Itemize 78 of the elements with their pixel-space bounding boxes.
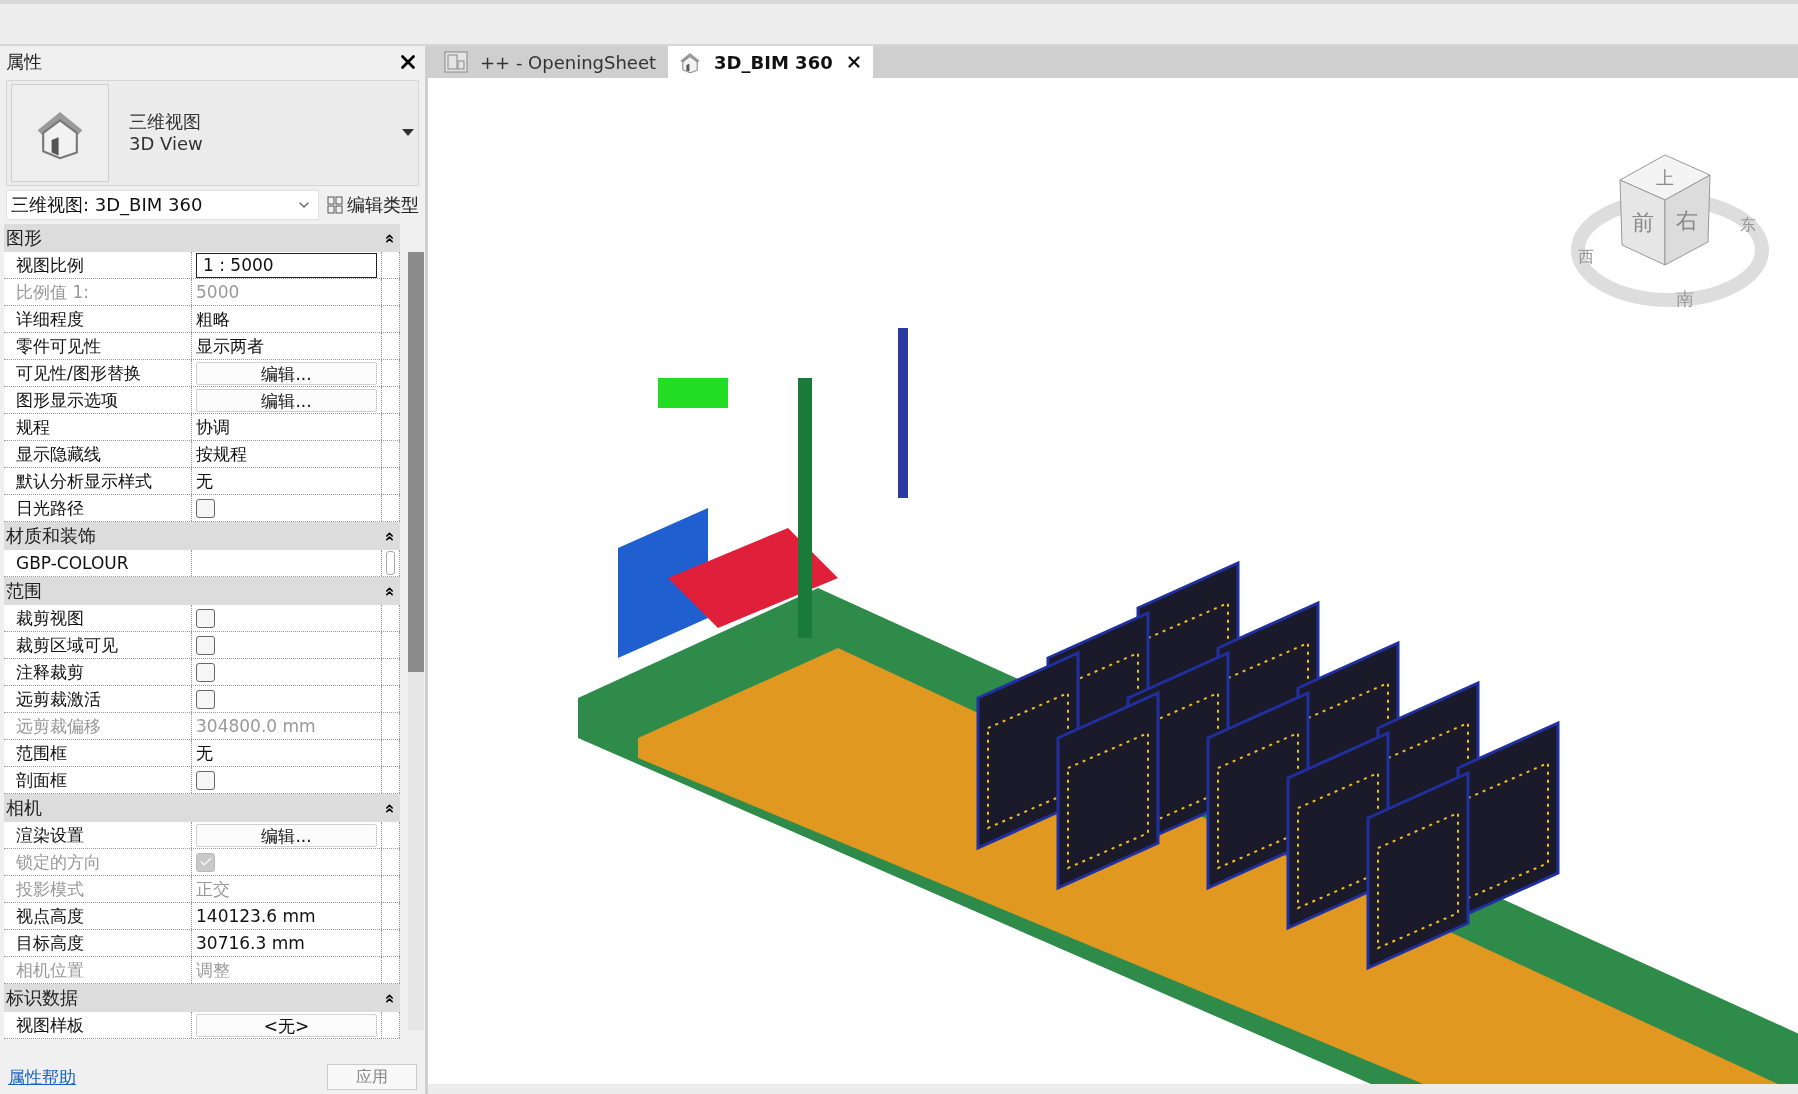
property-value: 30716.3 mm <box>196 933 305 953</box>
property-label: 范围框 <box>16 741 67 765</box>
collapse-icon[interactable] <box>383 991 396 1005</box>
property-label: 规程 <box>16 415 50 439</box>
property-value: 304800.0 mm <box>196 716 316 736</box>
property-label: 目标高度 <box>16 931 84 955</box>
property-label: 显示隐藏线 <box>16 442 101 466</box>
property-value: 调整 <box>196 958 230 982</box>
property-label: 渲染设置 <box>16 823 84 847</box>
property-value: 显示两者 <box>196 334 264 358</box>
property-value: 无 <box>196 741 213 765</box>
edit-type-button[interactable]: 编辑类型 <box>327 193 419 217</box>
type-name: 3D View <box>129 133 204 155</box>
checkbox[interactable] <box>196 689 215 709</box>
collapse-icon[interactable] <box>383 584 396 598</box>
property-label: 可见性/图形替换 <box>16 361 141 385</box>
property-value: 协调 <box>196 415 230 439</box>
property-label: 远剪裁偏移 <box>16 714 101 738</box>
section-header[interactable]: 相机 <box>4 794 400 822</box>
property-value: 按规程 <box>196 442 247 466</box>
collapse-icon[interactable] <box>383 231 396 245</box>
property-label: 裁剪视图 <box>16 606 84 630</box>
property-label: 图形显示选项 <box>16 388 118 412</box>
property-label: 视图比例 <box>16 253 84 277</box>
section-title: 范围 <box>6 579 42 603</box>
type-category: 三维视图 <box>129 111 202 133</box>
type-preview[interactable]: 三维视图 3D View <box>6 80 419 186</box>
section-title: 相机 <box>6 796 42 820</box>
property-value: 5000 <box>196 282 240 302</box>
checkbox[interactable] <box>196 608 215 628</box>
sheet-icon <box>444 51 468 73</box>
grid-icon <box>327 196 343 214</box>
property-label: GBP-COLOUR <box>16 553 129 573</box>
property-value: 140123.6 mm <box>196 906 316 926</box>
apply-button[interactable]: 应用 <box>327 1064 417 1090</box>
view-tab[interactable]: 3D_BIM 360 <box>668 46 873 78</box>
edit-button[interactable]: <无> <box>196 1013 377 1037</box>
property-label: 远剪裁激活 <box>16 687 101 711</box>
property-label: 视点高度 <box>16 904 84 928</box>
check-icon <box>198 855 213 869</box>
property-label: 比例值 1: <box>16 280 89 304</box>
property-label: 锁定的方向 <box>16 850 101 874</box>
property-label: 详细程度 <box>16 307 84 331</box>
collapse-icon[interactable] <box>383 801 396 815</box>
checkbox[interactable] <box>196 770 215 790</box>
scrollbar[interactable] <box>408 252 424 1030</box>
checkbox[interactable] <box>196 635 215 655</box>
property-label: 默认分析显示样式 <box>16 469 152 493</box>
property-label: 视图样板 <box>16 1013 84 1037</box>
property-label: 注释裁剪 <box>16 660 84 684</box>
section-header[interactable]: 图形 <box>4 224 400 252</box>
property-value: 正交 <box>196 877 230 901</box>
checkbox[interactable] <box>196 498 215 518</box>
help-link[interactable]: 属性帮助 <box>8 1065 76 1089</box>
panel-title: 属性 <box>6 50 42 74</box>
section-header[interactable]: 标识数据 <box>4 984 400 1012</box>
section-title: 材质和装饰 <box>6 524 96 548</box>
view-tab[interactable]: ++ - OpeningSheet <box>434 46 667 78</box>
checkbox[interactable] <box>196 662 215 682</box>
dropdown-arrow-icon[interactable] <box>402 129 414 137</box>
property-label: 裁剪区域可见 <box>16 633 118 657</box>
scale-field[interactable]: 1 : 5000 <box>196 252 377 278</box>
section-header[interactable]: 范围 <box>4 577 400 605</box>
property-value: 粗略 <box>196 307 230 331</box>
section-title: 图形 <box>6 226 42 250</box>
edit-button[interactable]: 编辑... <box>196 388 377 412</box>
section-title: 标识数据 <box>6 986 78 1010</box>
edit-button[interactable]: 编辑... <box>196 823 377 847</box>
property-value: 无 <box>196 469 213 493</box>
property-label: 相机位置 <box>16 958 84 982</box>
property-label: 零件可见性 <box>16 334 101 358</box>
view-selector[interactable]: 三维视图: 3D_BIM 360 <box>6 190 319 220</box>
section-header[interactable]: 材质和装饰 <box>4 522 400 550</box>
edit-button[interactable]: 编辑... <box>196 361 377 385</box>
property-label: 日光路径 <box>16 496 84 520</box>
property-label: 投影模式 <box>16 877 84 901</box>
collapse-icon[interactable] <box>383 529 396 543</box>
property-label: 剖面框 <box>16 768 67 792</box>
